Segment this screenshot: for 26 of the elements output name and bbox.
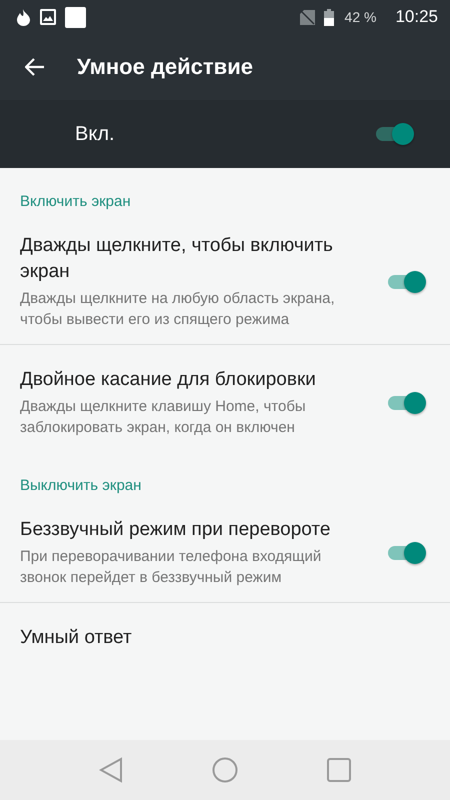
setting-title: Дважды щелкните, чтобы включить экран (20, 234, 334, 284)
recents-icon[interactable] (326, 758, 351, 782)
flame-icon (16, 8, 31, 26)
toggle-switch[interactable] (386, 270, 426, 292)
screen-title: Умное действие (77, 54, 253, 80)
back-icon[interactable] (99, 757, 124, 783)
setting-summary: При переворачивании телефона входящий звонок перейдет в беззвучный режим (20, 547, 322, 588)
setting-title: Двойное касание для блокировки (20, 368, 317, 392)
setting-title: Беззвучный режим при перевороте (20, 518, 332, 542)
section-header: Включить экран (19, 192, 132, 212)
image-icon (40, 9, 56, 25)
toggle-switch[interactable] (386, 392, 426, 414)
clock-time: 10:25 (395, 7, 438, 27)
setting-title: Умный ответ (20, 626, 133, 650)
back-arrow-icon[interactable] (25, 58, 45, 76)
toggle-switch[interactable] (374, 123, 414, 145)
setting-summary: Дважды щелкните клавишу Home, чтобы заблокировать экран, когда он включен (20, 397, 307, 438)
master-switch-label: Вкл. (75, 122, 116, 146)
battery-percent: 42 % (344, 9, 376, 25)
section-header: Выключить экран (19, 476, 142, 496)
battery-icon (324, 8, 334, 26)
setting-summary: Дважды щелкните на любую область экрана, чтобы вывести его из спящего режима (20, 289, 336, 330)
home-icon[interactable] (212, 757, 238, 783)
square-icon (65, 6, 86, 28)
toggle-switch[interactable] (386, 542, 426, 564)
no-sim-icon (300, 10, 315, 24)
